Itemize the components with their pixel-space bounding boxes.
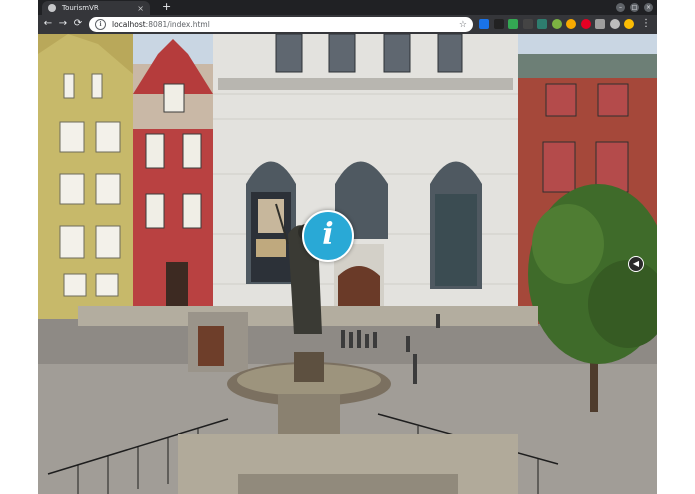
panorama-scene[interactable]: [38, 34, 657, 494]
url-text[interactable]: localhost:8081/index.html: [112, 20, 459, 29]
minimize-button[interactable]: –: [616, 3, 625, 12]
vr-viewport[interactable]: i ◀: [38, 34, 657, 494]
browser-menu-icon[interactable]: ⋮: [639, 17, 653, 31]
tab-tourismvr[interactable]: TourismVR ×: [42, 1, 150, 15]
mono-ext-icon[interactable]: [522, 19, 533, 29]
moon-ext-icon[interactable]: [566, 19, 576, 29]
search-ext-icon[interactable]: [479, 19, 489, 29]
new-tab-button[interactable]: +: [162, 1, 171, 13]
browser-toolbar: ← → ⟳ i localhost:8081/index.html ☆ ⋮: [38, 15, 657, 34]
reload-button[interactable]: ⟳: [71, 17, 85, 31]
red-townhouse: [133, 39, 213, 319]
pinterest-ext-icon[interactable]: [580, 19, 591, 29]
bookmark-star-icon[interactable]: ☆: [459, 20, 467, 30]
circle-ext-icon[interactable]: [551, 19, 562, 29]
url-path: :8081/index.html: [145, 20, 210, 29]
forward-button[interactable]: →: [56, 17, 70, 31]
info-hotspot-button[interactable]: i: [302, 210, 354, 262]
exhibit-banner-right: [435, 194, 477, 286]
address-bar[interactable]: i localhost:8081/index.html ☆: [89, 17, 473, 32]
tab-strip: TourismVR × + – □ ×: [38, 0, 657, 15]
maximize-button[interactable]: □: [630, 3, 639, 12]
globe-icon: [48, 4, 56, 12]
tab-title: TourismVR: [62, 4, 99, 12]
rotate-view-button[interactable]: ◀: [628, 256, 644, 272]
profile-ext-icon[interactable]: [624, 19, 634, 29]
site-info-icon[interactable]: i: [95, 19, 106, 30]
tab-close-icon[interactable]: ×: [137, 4, 144, 13]
red-house-door: [166, 262, 188, 308]
gear-ext-icon[interactable]: [609, 19, 620, 29]
artus-court-facade: [213, 34, 518, 319]
grid-ext-icon[interactable]: [537, 19, 547, 29]
close-window-button[interactable]: ×: [644, 3, 653, 12]
dark-ext-icon[interactable]: [493, 19, 504, 29]
shield-ext-icon[interactable]: [595, 19, 605, 29]
back-button[interactable]: ←: [41, 17, 55, 31]
url-host: localhost: [112, 20, 146, 29]
browser-window: TourismVR × + – □ × ← → ⟳ i localhost:80…: [38, 0, 657, 494]
yellow-townhouse: [38, 34, 133, 319]
green-ext-icon[interactable]: [508, 19, 518, 29]
